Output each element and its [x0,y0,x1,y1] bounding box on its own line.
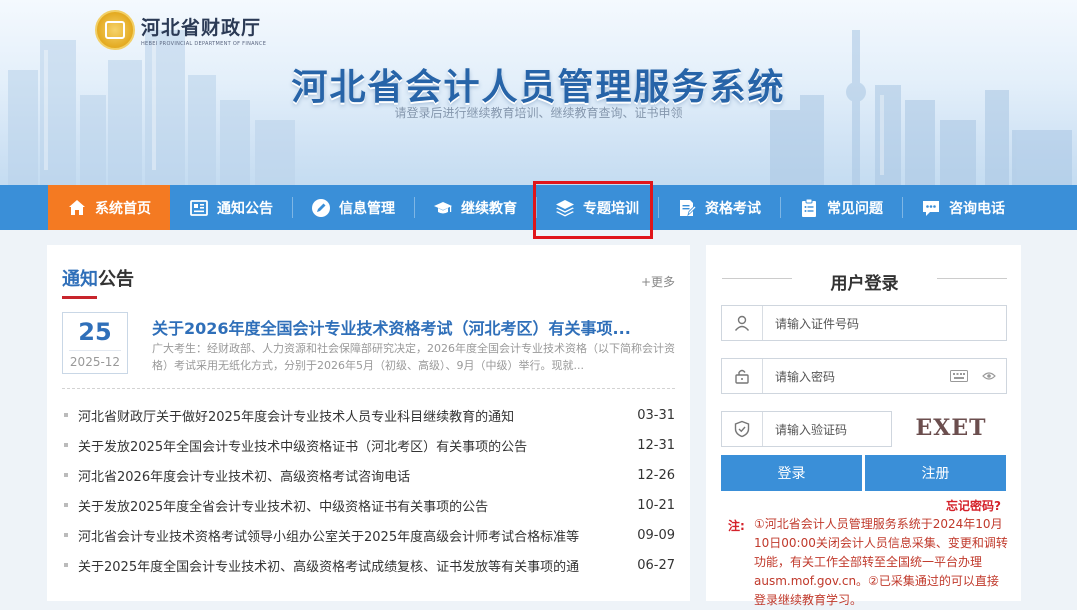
id-number-field[interactable]: 请输入证件号码 [721,305,1007,341]
register-button[interactable]: 注册 [865,455,1006,491]
login-panel: 用户登录 请输入证件号码 请输入密码 请输入验证码 EXET 登录 注册 忘记密… [706,245,1021,607]
notice-list: 河北省财政厅关于做好2025年度会计专业技术人员专业科目继续教育的通知 03-3… [62,400,675,580]
list-item[interactable]: 河北省会计专业技术资格考试领导小组办公室关于2025年度高级会计师考试合格标准等… [62,520,675,550]
eye-icon[interactable] [982,371,996,381]
notice-panel-title: 通知公告 [62,269,134,290]
notice-date: 10-21 [637,497,675,513]
featured-notice-link[interactable]: 关于2026年度全国会计专业技术资格考试（河北考区）有关事项... [152,315,672,339]
note-text: ①河北省会计人员管理服务系统于2024年10月10日00:00关闭会计人员信息采… [754,517,1008,607]
login-header: 用户登录 [722,269,1007,294]
nav-item-label: 系统首页 [95,200,151,217]
list-item[interactable]: 关于发放2025年度全省会计专业技术初、中级资格证书有关事项的公告 10-21 [62,490,675,520]
finance-emblem-icon [95,10,135,50]
login-button[interactable]: 登录 [721,455,862,491]
nav-item-label: 信息管理 [339,200,395,217]
logo[interactable]: 河北省财政厅 HEBEI PROVINCIAL DEPARTMENT OF FI… [95,10,266,50]
notice-date: 09-09 [637,527,675,543]
more-link[interactable]: +更多 [641,273,675,290]
captcha-field[interactable]: 请输入验证码 [721,411,892,447]
chat-icon [923,200,939,216]
lock-icon [735,369,749,384]
login-title: 用户登录 [830,274,899,294]
news-icon [190,199,208,216]
nav-item-qualification-exam[interactable]: 资格考试 [658,185,780,230]
header-banner: 河北省财政厅 HEBEI PROVINCIAL DEPARTMENT OF FI… [0,0,1077,185]
notice-title: 河北省财政厅关于做好2025年度会计专业技术人员专业科目继续教育的通知 [78,409,515,425]
nav-item-continuing-education[interactable]: 继续教育 [414,185,536,230]
nav-item-contact-phone[interactable]: 咨询电话 [902,185,1024,230]
exam-icon [680,199,697,216]
captcha-placeholder: 请输入验证码 [775,422,848,437]
list-item[interactable]: 关于2025年度全国会计专业技术初、高级资格考试成绩复核、证书发放等有关事项的通… [62,550,675,580]
graduation-cap-icon [434,201,452,213]
site-title: 河北省会计人员管理服务系统 [291,67,786,108]
bullet-icon [64,413,68,417]
clipboard-icon [802,198,816,217]
nav-item-label: 资格考试 [705,200,761,217]
list-item[interactable]: 河北省2026年度会计专业技术初、高级资格考试咨询电话 12-26 [62,460,675,490]
home-icon [69,199,85,215]
edit-icon [312,198,330,217]
notice-title: 河北省2026年度会计专业技术初、高级资格考试咨询电话 [78,469,411,485]
notice-date: 06-27 [637,557,675,573]
password-placeholder: 请输入密码 [775,369,836,384]
bullet-icon [64,533,68,537]
captcha-image[interactable]: EXET [911,414,991,442]
nav-item-info-management[interactable]: 信息管理 [292,185,414,230]
bullet-icon [64,563,68,567]
nav-item-faq[interactable]: 常见问题 [780,185,902,230]
notice-title: 关于发放2025年全国会计专业技术中级资格证书（河北考区）有关事项的公告 [78,439,528,455]
notice-date: 12-26 [637,467,675,483]
notice-panel: 通知公告 +更多 25 2025-12 关于2026年度全国会计专业技术资格考试… [47,245,690,601]
forgot-password-link[interactable]: 忘记密码? [946,497,1001,514]
divider [62,388,675,389]
featured-date-badge: 25 2025-12 [62,312,128,374]
main-nav: 系统首页 通知公告 信息管理 继续教育 专题培训 资格考试 常见问题 咨询电话 [0,185,1077,230]
notice-title: 关于发放2025年度全省会计专业技术初、中级资格证书有关事项的公告 [78,499,489,515]
layers-icon [556,199,574,216]
notice-title: 关于2025年度全国会计专业技术初、高级资格考试成绩复核、证书发放等有关事项的通 [78,559,580,575]
nav-item-home[interactable]: 系统首页 [48,185,170,230]
title-underline [62,296,97,299]
logo-english-name: HEBEI PROVINCIAL DEPARTMENT OF FINANCE [141,41,267,47]
nav-item-label: 咨询电话 [949,200,1005,217]
user-icon [734,315,750,331]
shield-icon [734,420,750,438]
featured-day: 25 [78,318,112,346]
notice-title: 河北省会计专业技术资格考试领导小组办公室关于2025年度高级会计师考试合格标准等 [78,529,580,545]
keyboard-icon[interactable] [950,370,968,382]
list-item[interactable]: 河北省财政厅关于做好2025年度会计专业技术人员专业科目继续教育的通知 03-3… [62,400,675,430]
nav-item-label: 常见问题 [827,200,883,217]
featured-notice-summary: 广大考生：经财政部、人力资源和社会保障部研究决定，2026年度全国会计专业技术资… [152,342,675,372]
id-number-placeholder: 请输入证件号码 [775,316,860,331]
notice-date: 03-31 [637,407,675,423]
bullet-icon [64,443,68,447]
note-label: 注: [728,519,745,533]
list-item[interactable]: 关于发放2025年全国会计专业技术中级资格证书（河北考区）有关事项的公告 12-… [62,430,675,460]
featured-year-month: 2025-12 [69,350,121,369]
nav-item-label: 通知公告 [217,200,273,217]
notice-date: 12-31 [637,437,675,453]
nav-item-notices[interactable]: 通知公告 [170,185,292,230]
bullet-icon [64,473,68,477]
nav-item-label: 继续教育 [461,200,517,217]
password-field[interactable]: 请输入密码 [721,358,1007,394]
nav-item-special-training[interactable]: 专题培训 [536,185,658,230]
logo-name: 河北省财政厅 [141,17,262,39]
site-subtitle: 请登录后进行继续教育培训、继续教育查询、证书申领 [394,106,683,120]
bullet-icon [64,503,68,507]
nav-item-label: 专题培训 [583,200,639,217]
